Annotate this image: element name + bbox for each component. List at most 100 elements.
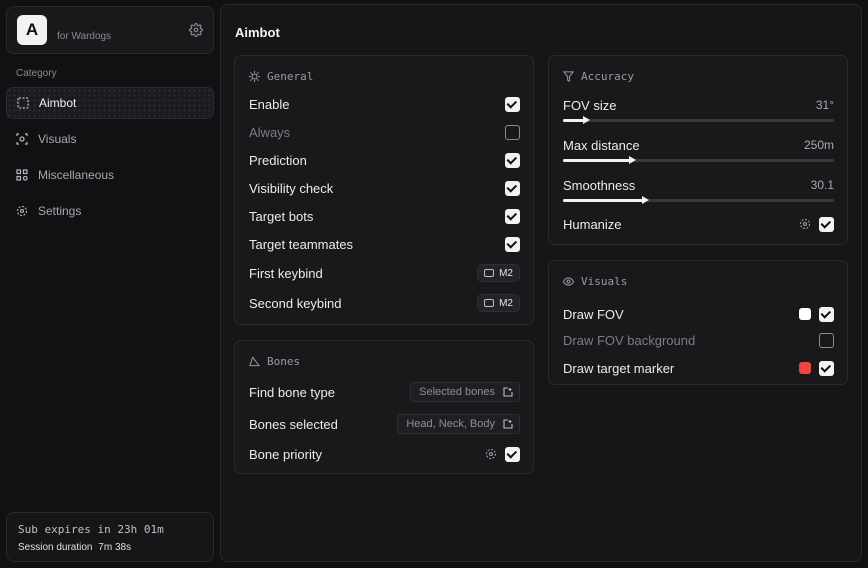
draw-target-marker-checkbox[interactable]: [819, 360, 834, 376]
eye-icon: [563, 276, 574, 287]
first-keybind-label: First keybind: [249, 265, 323, 281]
sidebar-item-aimbot[interactable]: Aimbot: [6, 87, 214, 119]
fov-size-slider[interactable]: [563, 116, 834, 124]
keybind-value: M2: [499, 267, 513, 279]
keyboard-icon: [484, 269, 495, 277]
slider-fill: [563, 159, 631, 162]
card-title: Bones: [267, 355, 301, 368]
bone-priority-controls: [485, 446, 520, 462]
gear-icon: [16, 205, 28, 217]
sidebar-item-settings[interactable]: Settings: [6, 195, 214, 227]
keybind-value: M2: [499, 297, 513, 309]
slider-thumb[interactable]: [642, 196, 650, 204]
fov-size-label: FOV size: [563, 97, 617, 113]
gear-icon[interactable]: [189, 23, 203, 37]
card-title: Visuals: [581, 275, 628, 288]
draw-fov-background-checkbox[interactable]: [819, 332, 834, 348]
draw-fov-background-label: Draw FOV background: [563, 332, 696, 348]
filter-icon: [563, 71, 574, 82]
sidebar-item-label: Settings: [38, 204, 82, 218]
select-value: Head, Neck, Body: [406, 418, 495, 430]
slider-thumb[interactable]: [582, 116, 590, 124]
visibility-check-checkbox[interactable]: [505, 180, 520, 196]
eye-scan-icon: [16, 133, 28, 145]
smoothness-slider[interactable]: [563, 196, 834, 204]
humanize-checkbox[interactable]: [819, 216, 834, 232]
grid-icon: [16, 169, 28, 181]
sidebar: A for Wardogs Category Aimbot Visuals Mi…: [0, 0, 220, 568]
find-bone-type-select[interactable]: Selected bones: [410, 382, 520, 402]
sidebar-item-label: Miscellaneous: [38, 168, 115, 182]
target-bots-checkbox[interactable]: [505, 208, 520, 224]
draw-fov-controls: [799, 306, 834, 322]
bones-selected-label: Bones selected: [249, 416, 338, 432]
gear-icon[interactable]: [799, 218, 811, 230]
enable-checkbox[interactable]: [505, 96, 520, 112]
always-checkbox[interactable]: [505, 124, 520, 140]
fov-size-value: 31°: [815, 98, 834, 112]
crosshair-icon: [17, 97, 29, 109]
open-select-icon: [503, 387, 513, 397]
fov-color-swatch[interactable]: [799, 308, 811, 320]
gear-icon[interactable]: [485, 448, 497, 460]
bones-selected-select[interactable]: Head, Neck, Body: [397, 414, 520, 434]
target-teammates-row: Target teammates: [249, 234, 520, 254]
slider-fill: [563, 199, 645, 202]
draw-fov-checkbox[interactable]: [819, 306, 834, 322]
triangle-icon: [249, 356, 260, 367]
draw-fov-row: Draw FOV: [563, 304, 834, 324]
enable-row: Enable: [249, 94, 520, 114]
draw-fov-label: Draw FOV: [563, 306, 624, 322]
app-subtitle: for Wardogs: [57, 31, 112, 42]
keyboard-icon: [484, 299, 495, 307]
max-distance-slider-row: Max distance 250m: [563, 136, 834, 170]
second-keybind-label: Second keybind: [249, 295, 342, 311]
enable-label: Enable: [249, 96, 290, 112]
first-keybind-button[interactable]: M2: [477, 264, 520, 282]
prediction-checkbox[interactable]: [505, 152, 520, 168]
target-bots-label: Target bots: [249, 208, 314, 224]
slider-thumb[interactable]: [628, 156, 636, 164]
always-label: Always: [249, 124, 291, 140]
bone-priority-checkbox[interactable]: [505, 446, 520, 462]
sidebar-item-miscellaneous[interactable]: Miscellaneous: [6, 159, 214, 191]
page-title: Aimbot: [235, 25, 280, 40]
card-title: Accuracy: [581, 70, 634, 83]
draw-target-marker-controls: [799, 360, 834, 376]
first-keybind-row: First keybind M2: [249, 263, 520, 283]
open-select-icon: [503, 419, 513, 429]
select-value: Selected bones: [419, 386, 495, 398]
humanize-label: Humanize: [563, 216, 622, 232]
bones-card: Bones Find bone type Selected bones Bone…: [234, 340, 534, 474]
accuracy-heading: Accuracy: [563, 70, 634, 83]
smoothness-label: Smoothness: [563, 177, 636, 193]
session-label: Session duration: [18, 542, 93, 553]
prediction-row: Prediction: [249, 150, 520, 170]
always-row: Always: [249, 122, 520, 142]
max-distance-slider[interactable]: [563, 156, 834, 164]
sidebar-item-visuals[interactable]: Visuals: [6, 123, 214, 155]
category-label: Category: [16, 68, 57, 79]
slider-fill: [563, 119, 585, 122]
profile-card: A for Wardogs: [6, 6, 214, 54]
smoothness-value: 30.1: [810, 178, 834, 192]
second-keybind-button[interactable]: M2: [477, 294, 520, 312]
visibility-check-label: Visibility check: [249, 180, 334, 196]
app-logo: A: [17, 15, 47, 45]
visuals-card: Visuals Draw FOV Draw FOV background Dra…: [548, 260, 848, 385]
subscription-expiry: Sub expires in 23h 01m: [18, 523, 164, 536]
bones-heading: Bones: [249, 355, 300, 368]
prediction-label: Prediction: [249, 152, 307, 168]
session-footer: Sub expires in 23h 01m Session duration …: [6, 512, 214, 562]
sun-icon: [249, 71, 260, 82]
sidebar-item-label: Visuals: [38, 132, 77, 146]
find-bone-type-row: Find bone type Selected bones: [249, 382, 520, 402]
draw-target-marker-label: Draw target marker: [563, 360, 675, 376]
target-teammates-label: Target teammates: [249, 236, 354, 252]
max-distance-label: Max distance: [563, 137, 640, 153]
target-teammates-checkbox[interactable]: [505, 236, 520, 252]
draw-fov-background-row: Draw FOV background: [563, 330, 834, 350]
bones-selected-row: Bones selected Head, Neck, Body: [249, 414, 520, 434]
smoothness-slider-row: Smoothness 30.1: [563, 176, 834, 210]
target-marker-color-swatch[interactable]: [799, 362, 811, 374]
